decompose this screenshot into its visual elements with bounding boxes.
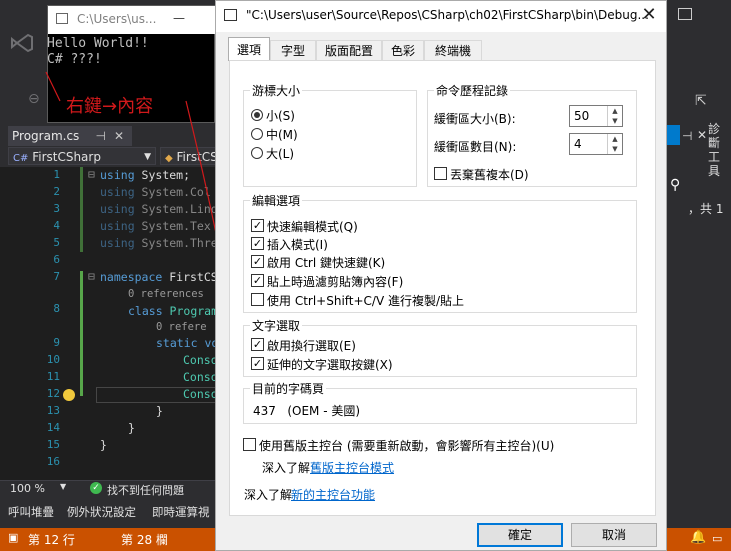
tab-options[interactable]: 選項	[228, 37, 270, 61]
radio-medium[interactable]	[251, 128, 263, 140]
group-label: 目前的字碼頁	[250, 380, 327, 397]
new-console-features-link[interactable]: 新的主控台功能	[291, 486, 375, 503]
checkbox-label: 啟用 Ctrl 鍵快速鍵(K)	[267, 256, 386, 270]
spin-down-icon[interactable]: ▼	[607, 116, 622, 126]
buffer-size-input[interactable]: 50 ▲ ▼	[569, 105, 623, 127]
learn-more-prefix: 深入了解	[262, 461, 311, 475]
buffer-count-input[interactable]: 4 ▲ ▼	[569, 133, 623, 155]
annotation-text: 右鍵→內容	[66, 96, 154, 117]
close-button[interactable]: ✕	[635, 4, 663, 26]
filter-paste-checkbox[interactable]: ✓	[251, 274, 264, 287]
legacy-console-checkbox[interactable]	[243, 438, 256, 451]
codepage-value: 437 (OEM - 美國)	[253, 404, 361, 418]
console-app-icon	[224, 9, 237, 21]
radio-label: 中(M)	[266, 128, 298, 142]
line-wrap-selection-checkbox[interactable]: ✓	[251, 338, 264, 351]
radio-label: 大(L)	[266, 147, 295, 161]
tab-terminal[interactable]: 終端機	[424, 40, 482, 60]
spin-up-icon[interactable]: ▲	[607, 106, 622, 116]
dialog-title: "C:\Users\user\Source\Repos\CSharp\ch02\…	[246, 8, 649, 22]
checkbox-label: 快速編輯模式(Q)	[267, 220, 358, 234]
checkbox-label: 啟用換行選取(E)	[267, 339, 356, 353]
extended-selection-checkbox[interactable]: ✓	[251, 357, 264, 370]
spin-down-icon[interactable]: ▼	[607, 144, 622, 154]
insert-mode-checkbox[interactable]: ✓	[251, 237, 264, 250]
group-label: 游標大小	[250, 82, 303, 99]
ctrl-shortcuts-checkbox[interactable]: ✓	[251, 255, 264, 268]
cancel-button[interactable]: 取消	[571, 523, 657, 547]
group-label: 文字選取	[250, 317, 303, 334]
tab-font[interactable]: 字型	[270, 40, 316, 60]
buffer-count-value: 4	[574, 137, 582, 151]
spin-up-icon[interactable]: ▲	[607, 134, 622, 144]
radio-large[interactable]	[251, 147, 263, 159]
buffer-size-value: 50	[574, 109, 590, 123]
tab-colors[interactable]: 色彩	[382, 40, 424, 60]
checkbox-label: 延伸的文字選取按鍵(X)	[267, 358, 393, 372]
checkbox-label: 丟棄舊複本(D)	[450, 168, 529, 182]
checkbox-label: 插入模式(I)	[267, 238, 328, 252]
ctrl-shift-copy-checkbox[interactable]	[251, 293, 264, 306]
legacy-console-link[interactable]: 舊版主控台模式	[310, 459, 394, 476]
discard-duplicates-checkbox[interactable]	[434, 167, 447, 180]
learn-more-prefix: 深入了解	[244, 488, 293, 502]
checkbox-label: 貼上時過濾剪貼簿內容(F)	[267, 275, 404, 289]
checkbox-label: 使用舊版主控台 (需要重新啟動，會影響所有主控台)(U)	[259, 439, 555, 453]
buffer-size-label: 緩衝區大小(B):	[434, 112, 516, 126]
radio-label: 小(S)	[266, 109, 295, 123]
checkbox-label: 使用 Ctrl+Shift+C/V 進行複製/貼上	[267, 294, 465, 308]
ok-button[interactable]: 確定	[477, 523, 563, 547]
tab-layout[interactable]: 版面配置	[316, 40, 382, 60]
radio-small[interactable]	[251, 109, 263, 121]
buffer-count-label: 緩衝區數目(N):	[434, 140, 517, 154]
group-label: 編輯選項	[250, 192, 303, 209]
quick-edit-checkbox[interactable]: ✓	[251, 219, 264, 232]
group-label: 命令歷程記錄	[434, 82, 511, 99]
